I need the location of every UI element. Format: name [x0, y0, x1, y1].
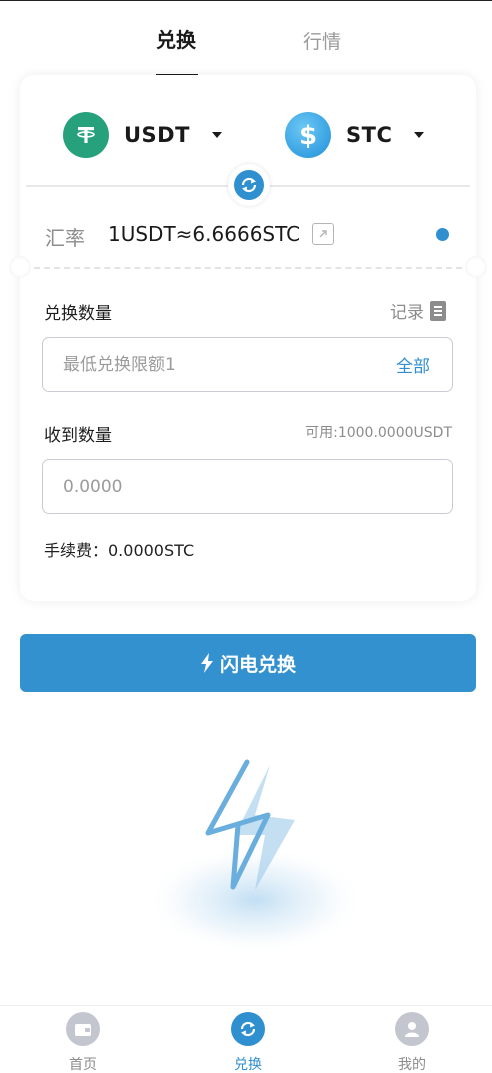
swap-direction-button[interactable] — [228, 164, 270, 206]
external-link-icon[interactable] — [312, 223, 334, 245]
swap-arrows-icon — [234, 170, 264, 200]
flash-exchange-button[interactable]: 闪电兑换 — [20, 634, 476, 692]
records-link[interactable]: 记录 — [390, 298, 446, 323]
user-icon — [395, 1012, 429, 1046]
records-label: 记录 — [390, 303, 424, 323]
wallet-icon — [66, 1012, 100, 1046]
lightning-illustration — [145, 759, 365, 955]
all-button[interactable]: 全部 — [396, 352, 430, 377]
chevron-down-icon — [414, 132, 425, 138]
top-tabs: 兑换 行情 — [0, 22, 492, 76]
ticket-notch-right — [465, 256, 487, 278]
swap-arrows-icon — [231, 1012, 265, 1046]
available-balance: 可用:1000.0000USDT — [305, 425, 452, 441]
amount-label: 兑换数量 — [44, 304, 112, 324]
fee-text: 手续费：0.0000STC — [44, 541, 195, 560]
receive-input-wrapper — [42, 459, 453, 514]
amount-input[interactable] — [63, 354, 363, 375]
rate-label: 汇率 — [45, 226, 85, 250]
dollar-coin-icon: $ — [285, 112, 331, 158]
nav-item-me[interactable]: 我的 — [372, 1012, 452, 1073]
flash-exchange-label: 闪电兑换 — [219, 653, 296, 676]
to-coin-selector[interactable]: $ STC — [285, 111, 425, 159]
amount-input-wrapper: 全部 — [42, 337, 453, 392]
receive-label: 收到数量 — [44, 426, 112, 446]
nav-label-home: 首页 — [69, 1057, 97, 1073]
tab-exchange[interactable]: 兑换 — [156, 26, 196, 54]
chevron-down-icon — [211, 132, 222, 138]
exchange-card: USDT $ STC 汇率 1USDT≈6.6666STC 兑换数量 记录 最低… — [9, 75, 487, 601]
tether-icon — [63, 112, 109, 158]
tab-market[interactable]: 行情 — [303, 28, 341, 56]
lightning-icon — [200, 653, 213, 673]
top-border — [0, 0, 492, 1]
from-coin-name: USDT — [124, 123, 190, 147]
bottom-nav: 首页 兑换 我的 — [0, 1005, 492, 1073]
status-dot — [436, 228, 449, 241]
from-coin-selector[interactable]: USDT — [63, 111, 222, 159]
ticket-notch-left — [9, 256, 31, 278]
to-coin-name: STC — [346, 123, 393, 147]
nav-item-exchange[interactable]: 兑换 — [208, 1012, 288, 1073]
receive-input[interactable] — [63, 476, 363, 497]
svg-text:$: $ — [299, 121, 317, 150]
rate-value: 1USDT≈6.6666STC — [108, 222, 301, 246]
nav-item-home[interactable]: 首页 — [43, 1012, 123, 1073]
dashed-separator — [34, 267, 462, 269]
nav-label-exchange: 兑换 — [234, 1057, 262, 1073]
document-icon — [430, 300, 446, 321]
nav-label-me: 我的 — [398, 1057, 426, 1073]
